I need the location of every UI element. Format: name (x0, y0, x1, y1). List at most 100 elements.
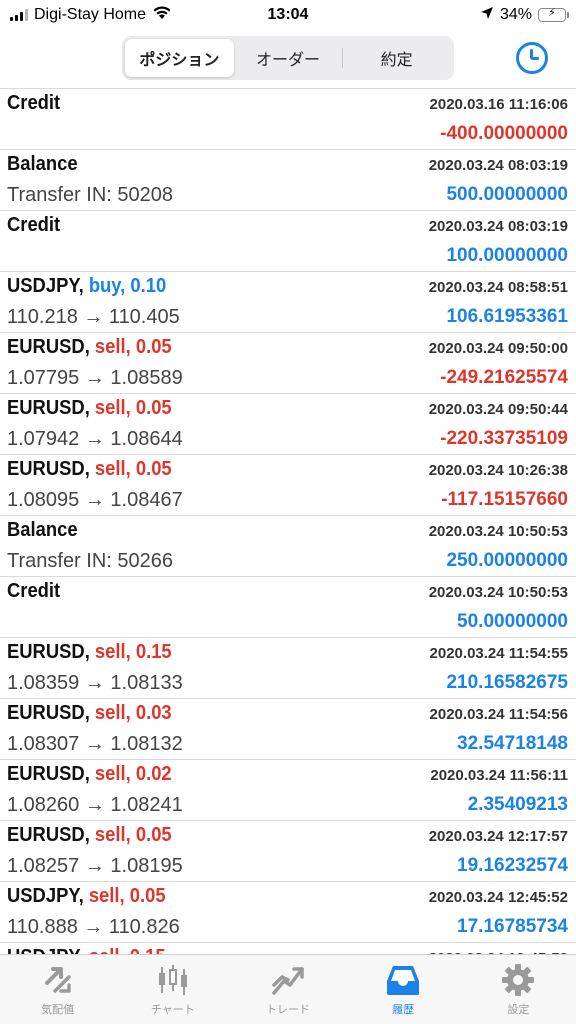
row-bottom-line: 1.08257 → 1.08195 19.16232574 (7, 852, 568, 880)
row-title: EURUSD, sell, 0.02 (7, 763, 172, 786)
battery-icon: ⚡ (538, 7, 569, 22)
row-side: sell, (89, 946, 125, 954)
segment-orders[interactable]: オーダー (234, 39, 343, 77)
history-row[interactable]: Balance 2020.03.24 10:50:53 Transfer IN: 5… (0, 516, 576, 577)
tab-history[interactable]: 履歴 (346, 955, 461, 1024)
tab-history-label: 履歴 (392, 1004, 415, 1016)
row-symbol: Credit (7, 92, 61, 114)
row-symbol: EURUSD, (7, 641, 90, 663)
row-bottom-line: 1.08260 → 1.08241 2.35409213 (7, 791, 568, 819)
row-title: USDJPY, sell, 0.15 (7, 946, 166, 954)
row-bottom-line: -400.00000000 (7, 120, 568, 148)
history-row[interactable]: Credit 2020.03.24 10:50:53 50.00000000 (0, 577, 576, 638)
segment-deals[interactable]: 約定 (342, 39, 451, 77)
carrier-name: Digi-Stay Home (34, 6, 147, 23)
segment-positions[interactable]: ポジション (125, 39, 234, 77)
row-bottom-line: 110.888 → 110.826 17.16785734 (7, 913, 568, 941)
tab-chart-label: チャート (150, 1004, 195, 1016)
row-title: Balance (7, 153, 78, 176)
row-top-line: EURUSD, sell, 0.15 2020.03.24 11:54:55 (7, 641, 568, 669)
tab-quotes[interactable]: 気配値 (0, 955, 115, 1024)
row-top-line: USDJPY, sell, 0.05 2020.03.24 12:45:52 (7, 885, 568, 913)
row-time: 2020.03.24 12:17:57 (428, 828, 568, 845)
row-volume: 0.15 (135, 641, 172, 663)
row-bottom-line: 110.218 → 110.405 106.61953361 (7, 303, 568, 331)
row-description: 1.08257 → 1.08195 (7, 854, 183, 877)
row-volume: 0.03 (135, 702, 172, 724)
row-top-line: EURUSD, sell, 0.02 2020.03.24 11:56:11 (7, 763, 568, 791)
row-profit: 32.54718148 (457, 733, 568, 754)
row-bottom-line: 1.07795 → 1.08589 -249.21625574 (7, 364, 568, 392)
row-side: sell, (94, 458, 131, 480)
row-symbol: EURUSD, (7, 397, 90, 419)
history-row[interactable]: EURUSD, sell, 0.05 2020.03.24 09:50:00 1.0… (0, 333, 576, 394)
segmented-control: ポジション オーダー 約定 (122, 36, 454, 80)
row-profit: 106.61953361 (446, 306, 568, 327)
row-description: 110.218 → 110.405 (7, 305, 180, 328)
history-row[interactable]: EURUSD, sell, 0.15 2020.03.24 11:54:55 1.0… (0, 638, 576, 699)
tab-bar: 気配値 チャート トレード 履歴 設定 (0, 954, 576, 1024)
history-list[interactable]: Credit 2020.03.16 11:16:06 -400.00000000 Ba… (0, 88, 576, 954)
history-row[interactable]: Balance 2020.03.24 08:03:19 Transfer IN: 5… (0, 150, 576, 211)
clock-icon[interactable] (516, 42, 548, 74)
history-row[interactable]: EURUSD, sell, 0.02 2020.03.24 11:56:11 1.0… (0, 760, 576, 821)
row-title: Credit (7, 92, 60, 115)
history-row[interactable]: USDJPY, sell, 0.152020.03.24 12:45:52 (0, 943, 576, 954)
history-row[interactable]: EURUSD, sell, 0.05 2020.03.24 10:26:38 1.0… (0, 455, 576, 516)
row-side: buy, (88, 275, 126, 297)
row-time: 2020.03.24 11:54:56 (429, 706, 568, 723)
row-volume: 0.05 (129, 885, 166, 907)
row-time: 2020.03.24 09:50:44 (428, 401, 568, 418)
row-description: 1.08307 → 1.08132 (7, 732, 183, 755)
row-description: Transfer IN: 50208 (7, 183, 174, 206)
cellular-signal-icon (10, 9, 28, 21)
row-profit: 210.16582675 (446, 672, 568, 693)
row-profit: 500.00000000 (446, 184, 568, 205)
row-description: 110.888 → 110.826 (7, 915, 180, 938)
status-bar: Digi-Stay Home 13:04 34% ⚡ (0, 0, 576, 30)
history-row[interactable]: EURUSD, sell, 0.05 2020.03.24 09:50:44 1.0… (0, 394, 576, 455)
row-symbol: EURUSD, (7, 336, 90, 358)
row-time: 2020.03.24 11:54:55 (429, 645, 568, 662)
row-top-line: EURUSD, sell, 0.05 2020.03.24 10:26:38 (7, 458, 568, 486)
history-row[interactable]: USDJPY, buy, 0.10 2020.03.24 08:58:51 110.… (0, 272, 576, 333)
row-profit: 100.00000000 (446, 245, 568, 266)
history-row[interactable]: Credit 2020.03.24 08:03:19 100.00000000 (0, 211, 576, 272)
location-arrow-icon (480, 6, 494, 25)
row-top-line: EURUSD, sell, 0.03 2020.03.24 11:54:56 (7, 702, 568, 730)
row-top-line: USDJPY, buy, 0.10 2020.03.24 08:58:51 (7, 275, 568, 303)
row-profit: 50.00000000 (457, 611, 568, 632)
row-description: 1.08260 → 1.08241 (7, 793, 183, 816)
row-description: 1.07795 → 1.08589 (7, 366, 183, 389)
row-bottom-line: 1.08095 → 1.08467 -117.15157660 (7, 486, 568, 514)
row-description: 1.08095 → 1.08467 (7, 488, 183, 511)
row-time: 2020.03.24 08:58:51 (428, 279, 568, 296)
tab-trade[interactable]: トレード (230, 955, 345, 1024)
row-bottom-line: 1.08359 → 1.08133 210.16582675 (7, 669, 568, 697)
row-bottom-line: 100.00000000 (7, 242, 568, 270)
history-row[interactable]: Credit 2020.03.16 11:16:06 -400.00000000 (0, 89, 576, 150)
tab-settings[interactable]: 設定 (461, 955, 576, 1024)
row-side: sell, (94, 763, 131, 785)
history-row[interactable]: EURUSD, sell, 0.03 2020.03.24 11:54:56 1.0… (0, 699, 576, 760)
row-profit: 17.16785734 (457, 916, 568, 937)
row-top-line: Balance 2020.03.24 10:50:53 (7, 519, 568, 547)
tab-chart[interactable]: チャート (115, 955, 230, 1024)
wifi-icon (152, 5, 172, 25)
row-volume: 0.02 (135, 763, 172, 785)
history-row[interactable]: USDJPY, sell, 0.05 2020.03.24 12:45:52 110… (0, 882, 576, 943)
row-time: 2020.03.24 10:50:53 (428, 584, 568, 601)
row-title: USDJPY, buy, 0.10 (7, 275, 166, 298)
row-time: 2020.03.24 08:03:19 (428, 218, 568, 235)
battery-percent: 34% (499, 6, 532, 23)
row-title: Balance (7, 519, 78, 542)
row-volume: 0.10 (130, 275, 167, 297)
row-volume: 0.05 (135, 824, 172, 846)
row-top-line: Credit 2020.03.16 11:16:06 (7, 92, 568, 120)
gear-icon (498, 961, 538, 999)
row-top-line: EURUSD, sell, 0.05 2020.03.24 09:50:00 (7, 336, 568, 364)
history-row[interactable]: EURUSD, sell, 0.05 2020.03.24 12:17:57 1.0… (0, 821, 576, 882)
row-symbol: EURUSD, (7, 763, 90, 785)
row-title: EURUSD, sell, 0.03 (7, 702, 172, 725)
row-top-line: Credit 2020.03.24 08:03:19 (7, 214, 568, 242)
